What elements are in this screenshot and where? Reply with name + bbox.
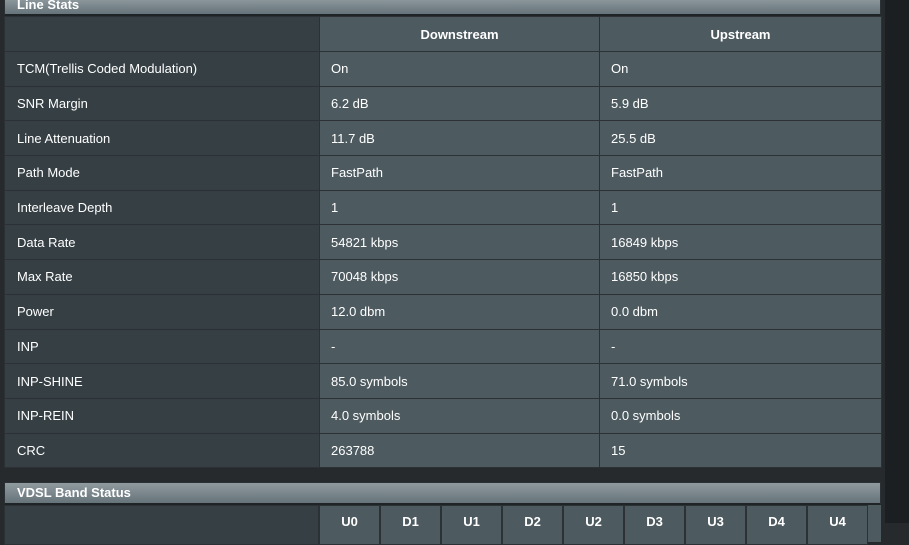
row-label: Max Rate	[4, 259, 320, 295]
table-row: SNR Margin 6.2 dB 5.9 dB	[4, 85, 882, 122]
row-label: CRC	[4, 432, 320, 469]
line-stats-title: Line Stats	[4, 0, 881, 16]
table-row: INP - -	[4, 328, 882, 365]
downstream-value: 4.0 symbols	[319, 397, 600, 434]
upstream-value: 15	[599, 432, 882, 469]
table-row: Path Mode FastPath FastPath	[4, 155, 882, 191]
vdsl-band-row: U0 D1 U1 D2 U2 D3 U3 D4 U4	[4, 505, 881, 545]
upstream-value: On	[599, 51, 882, 87]
vdsl-band-title: VDSL Band Status	[4, 482, 881, 505]
line-stats-body: TCM(Trellis Coded Modulation) On On SNR Mar…	[4, 51, 882, 469]
downstream-value: 85.0 symbols	[319, 363, 600, 399]
upstream-value: FastPath	[599, 155, 882, 191]
row-label: Power	[4, 293, 320, 330]
header-corner	[4, 16, 320, 52]
band-column-header: D4	[746, 505, 807, 545]
window-edge	[885, 0, 909, 523]
table-row: Max Rate 70048 kbps 16850 kbps	[4, 259, 882, 295]
line-stats-panel: Line Stats Downstream Upstream TCM(Trell…	[4, 0, 882, 469]
band-column-header: D3	[624, 505, 685, 545]
line-stats-header-row: Downstream Upstream	[4, 16, 882, 52]
upstream-value: -	[599, 328, 882, 365]
column-header-downstream: Downstream	[319, 16, 600, 52]
row-label: Interleave Depth	[4, 189, 320, 226]
row-label: Path Mode	[4, 155, 320, 191]
downstream-value: On	[319, 51, 600, 87]
band-column-header: D1	[380, 505, 441, 545]
table-row: Interleave Depth 1 1	[4, 189, 882, 226]
downstream-value: 6.2 dB	[319, 85, 600, 122]
row-label: SNR Margin	[4, 85, 320, 122]
band-column-header: U2	[563, 505, 624, 545]
row-label: Data Rate	[4, 224, 320, 261]
row-label: INP	[4, 328, 320, 365]
table-row: Power 12.0 dbm 0.0 dbm	[4, 293, 882, 330]
band-column-header: U1	[441, 505, 502, 545]
band-column-header: U0	[319, 505, 380, 545]
upstream-value: 5.9 dB	[599, 85, 882, 122]
row-label: TCM(Trellis Coded Modulation)	[4, 51, 320, 87]
band-row-label-cell	[4, 505, 319, 545]
upstream-value: 16850 kbps	[599, 259, 882, 295]
upstream-value: 16849 kbps	[599, 224, 882, 261]
row-label: INP-SHINE	[4, 363, 320, 399]
downstream-value: 11.7 dB	[319, 120, 600, 157]
table-row: TCM(Trellis Coded Modulation) On On	[4, 51, 882, 87]
table-row: INP-SHINE 85.0 symbols 71.0 symbols	[4, 363, 882, 399]
upstream-value: 0.0 dbm	[599, 293, 882, 330]
row-label: Line Attenuation	[4, 120, 320, 157]
column-header-upstream: Upstream	[599, 16, 882, 52]
downstream-value: 12.0 dbm	[319, 293, 600, 330]
upstream-value: 71.0 symbols	[599, 363, 882, 399]
table-row: INP-REIN 4.0 symbols 0.0 symbols	[4, 397, 882, 434]
band-column-header: U4	[807, 505, 868, 545]
table-row: CRC 263788 15	[4, 432, 882, 469]
upstream-value: 1	[599, 189, 882, 226]
row-label: INP-REIN	[4, 397, 320, 434]
upstream-value: 0.0 symbols	[599, 397, 882, 434]
band-column-header: U3	[685, 505, 746, 545]
band-column-header: D2	[502, 505, 563, 545]
table-row: Data Rate 54821 kbps 16849 kbps	[4, 224, 882, 261]
downstream-value: FastPath	[319, 155, 600, 191]
downstream-value: -	[319, 328, 600, 365]
vdsl-band-panel: VDSL Band Status U0 D1 U1 D2 U2 D3 U3 D4 U4	[4, 482, 881, 545]
downstream-value: 70048 kbps	[319, 259, 600, 295]
downstream-value: 1	[319, 189, 600, 226]
downstream-value: 54821 kbps	[319, 224, 600, 261]
line-stats-table: Downstream Upstream TCM(Trellis Coded Mo…	[4, 16, 882, 469]
upstream-value: 25.5 dB	[599, 120, 882, 157]
downstream-value: 263788	[319, 432, 600, 469]
table-row: Line Attenuation 11.7 dB 25.5 dB	[4, 120, 882, 157]
